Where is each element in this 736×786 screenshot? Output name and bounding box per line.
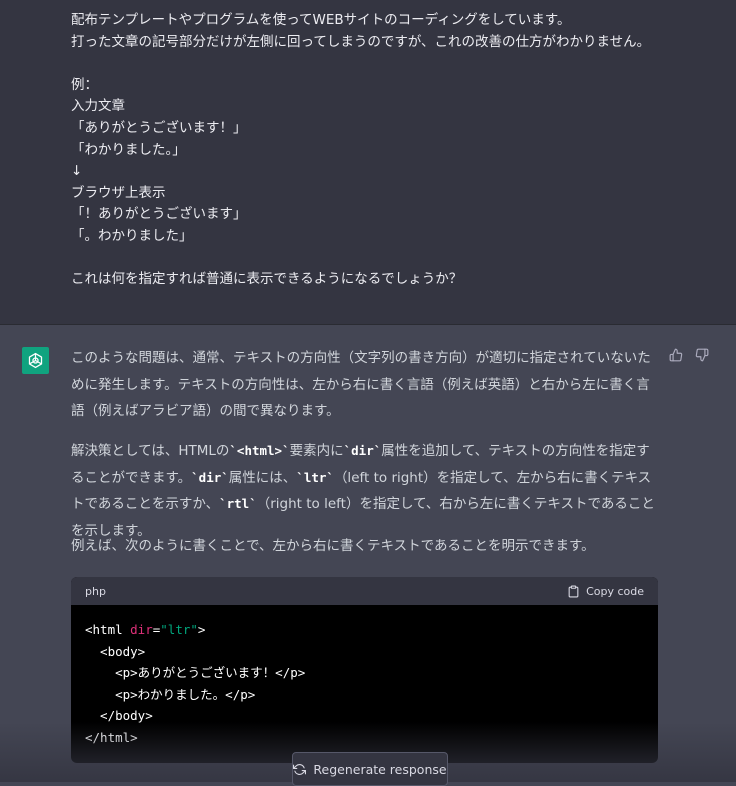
regenerate-label: Regenerate response <box>313 761 447 777</box>
user-line: 打った文章の記号部分だけが左側に回ってしまうのですが、これの改善の仕方がわかりま… <box>71 33 651 50</box>
code-line: </html> <box>85 729 138 745</box>
inline-code: `ltr` <box>296 469 334 485</box>
text-span: 解決策としては、HTMLの <box>71 443 230 459</box>
assistant-message: このような問題は、通常、テキストの方向性（文字列の書き方向）が適切に指定されてい… <box>0 325 736 782</box>
code-line: <p>ありがとうございます！</p> <box>85 665 306 681</box>
text-span: 要素内に <box>289 443 344 459</box>
user-message: 配布テンプレートやプログラムを使ってWEBサイトのコーディングをしています。 打… <box>0 0 736 325</box>
answer-paragraph-2: 解決策としては、HTMLの`<html>`要素内に`dir`属性を追加して、テキ… <box>71 438 661 544</box>
user-line: ↓ <box>71 163 83 180</box>
user-line: 入力文章 <box>71 98 125 115</box>
user-line: 例： <box>71 76 98 93</box>
code-line: <html dir="ltr"> <box>85 619 644 641</box>
user-line: 「！ありがとうございます」 <box>71 206 247 223</box>
openai-logo-icon <box>26 351 45 370</box>
user-line: 配布テンプレートやプログラムを使ってWEBサイトのコーディングをしています。 <box>71 12 571 28</box>
feedback-buttons <box>668 347 710 365</box>
inline-code: `rtl` <box>219 496 257 511</box>
user-message-text: 配布テンプレートやプログラムを使ってWEBサイトのコーディングをしています。 打… <box>71 10 671 291</box>
user-line <box>71 248 671 270</box>
code-token-attr: dir <box>130 622 153 637</box>
code-content: <html dir="ltr"> <body> <p>ありがとうございます！</… <box>71 605 658 749</box>
refresh-icon <box>293 763 307 776</box>
copy-code-button[interactable]: Copy code <box>567 585 644 598</box>
inline-code: `dir` <box>343 443 382 458</box>
answer-paragraph-1: このような問題は、通常、テキストの方向性（文字列の書き方向）が適切に指定されてい… <box>71 350 651 419</box>
code-line: <p>わかりました。</p> <box>85 686 256 702</box>
user-line: 「わかりました。」 <box>71 141 186 158</box>
code-line: <body> <box>85 643 146 659</box>
thumbs-down-icon[interactable] <box>694 347 710 363</box>
assistant-avatar <box>22 347 49 374</box>
code-language-label: php <box>85 584 106 598</box>
user-line: これは何を指定すれば普通に表示できるようになるでしょうか？ <box>71 271 463 288</box>
clipboard-icon <box>567 585 580 598</box>
user-line: 「。わかりました」 <box>71 227 193 244</box>
user-line <box>71 53 671 75</box>
inline-code: `dir` <box>191 469 229 485</box>
user-line: 「ありがとうございます！」 <box>71 119 247 136</box>
text-span: 属性には、 <box>228 469 297 486</box>
code-token: <html <box>85 622 131 637</box>
user-line: ブラウザ上表示 <box>71 184 166 201</box>
copy-code-label: Copy code <box>586 584 644 598</box>
thumbs-up-icon[interactable] <box>668 347 684 363</box>
code-token-string: "ltr" <box>160 622 198 637</box>
answer-paragraph-3: 例えば、次のように書くことで、左から右に書くテキストであることを明示できます。 <box>71 538 595 554</box>
code-block-header: php Copy code <box>71 577 658 605</box>
code-line: </body> <box>85 708 153 724</box>
code-token: > <box>197 622 206 637</box>
code-block: php Copy code <html dir="ltr"> <body> <p… <box>71 577 658 763</box>
inline-code: `<html>` <box>229 443 290 458</box>
regenerate-response-button[interactable]: Regenerate response <box>292 752 448 786</box>
